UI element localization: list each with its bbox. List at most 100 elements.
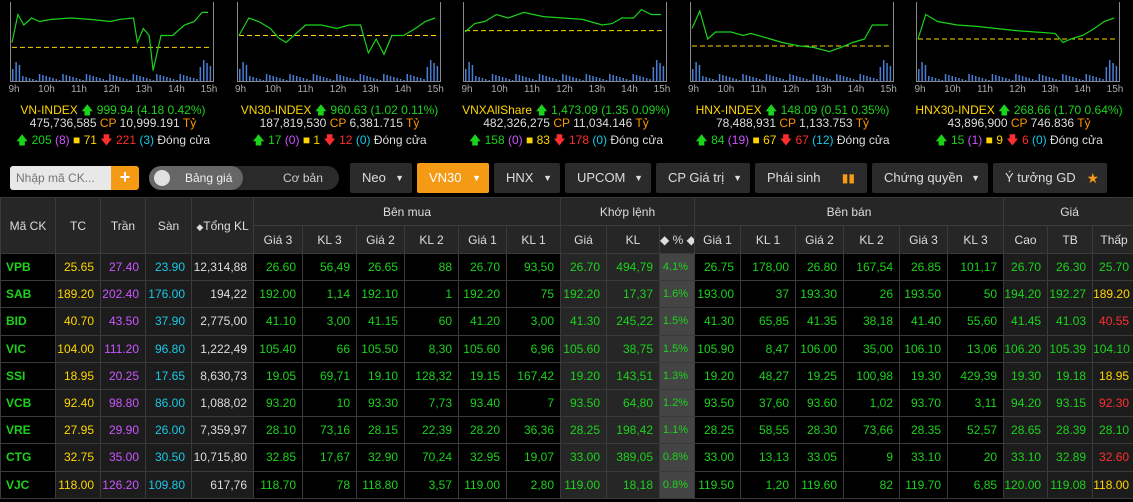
volume-bar bbox=[655, 60, 658, 81]
col-header-symbol[interactable]: Mã CK bbox=[0, 197, 56, 254]
advancers-count: 205 bbox=[31, 133, 52, 147]
add-stock-button[interactable]: + bbox=[111, 166, 139, 190]
col-header-sell-kl-2[interactable]: KL 2 bbox=[843, 225, 900, 254]
table-cell: 119.50 bbox=[694, 470, 741, 499]
volume-bar bbox=[859, 74, 861, 81]
table-row[interactable]: BID 40.70 43.50 37.90 2,775,00 41.10 3,00 41.15… bbox=[0, 307, 1133, 336]
col-header-sell-giá-1[interactable]: Giá 1 bbox=[694, 225, 741, 254]
table-cell: 41.30 bbox=[560, 307, 607, 336]
table-cell: 105.60 bbox=[458, 334, 507, 363]
view-toggle[interactable]: Bảng giá Cơ bản bbox=[149, 166, 339, 190]
col-header-match-giá[interactable]: Giá bbox=[560, 225, 607, 254]
col-header-price-cao[interactable]: Cao bbox=[1003, 225, 1049, 254]
tab-hnx[interactable]: HNX ▼ bbox=[494, 163, 560, 193]
volume-bar bbox=[725, 76, 727, 81]
stock-symbol[interactable]: SAB bbox=[0, 280, 56, 309]
col-header-buy-giá-2[interactable]: Giá 2 bbox=[356, 225, 405, 254]
col-header-price-tb[interactable]: TB bbox=[1047, 225, 1094, 254]
col-header-sell-giá-2[interactable]: Giá 2 bbox=[795, 225, 844, 254]
table-cell: 32.60 bbox=[1092, 443, 1133, 472]
table-cell: 32.75 bbox=[55, 443, 101, 472]
stock-symbol[interactable]: VJC bbox=[0, 470, 56, 499]
index-card-2[interactable]: 9h 10h 11h 12h 13h 14h 15h VNXAllShare 🡅 1,473.… bbox=[453, 0, 679, 150]
col-header-floor[interactable]: Sàn bbox=[145, 197, 192, 254]
table-cell: 93.60 bbox=[795, 388, 844, 418]
table-cell: 192.10 bbox=[356, 280, 405, 309]
tab-neo[interactable]: Neo ▼ bbox=[350, 163, 412, 193]
arrow-up-icon: 🡅 bbox=[314, 103, 328, 117]
col-header-buy-giá-1[interactable]: Giá 1 bbox=[458, 225, 507, 254]
toggle-option-price-board[interactable]: Bảng giá bbox=[149, 166, 243, 190]
col-header-ref[interactable]: TC bbox=[55, 197, 101, 254]
col-header-sell-kl-3[interactable]: KL 3 bbox=[946, 225, 1005, 254]
volume-bar bbox=[15, 62, 17, 81]
time-tick: 15h bbox=[653, 84, 671, 95]
table-cell: 82 bbox=[843, 470, 900, 499]
tab-y-tuong-gd[interactable]: Ý tưởng GD ★ bbox=[993, 163, 1107, 193]
col-header-sell-kl-1[interactable]: KL 1 bbox=[740, 225, 796, 254]
stock-symbol[interactable]: SSI bbox=[0, 361, 56, 390]
volume-bar bbox=[1011, 80, 1014, 81]
tab-cp-gia-tri[interactable]: CP Giá trị ▼ bbox=[656, 163, 750, 193]
table-row[interactable]: VJC 118.00 126.20 109.80 617,76 118.70 78 118.8… bbox=[0, 470, 1133, 499]
col-header-buy-kl-2[interactable]: KL 2 bbox=[404, 225, 459, 254]
index-card-4[interactable]: 9h 10h 11h 12h 13h 14h 15h HNX30-INDEX 🡅 268.66… bbox=[906, 0, 1132, 150]
col-header-buy-giá-3[interactable]: Giá 3 bbox=[253, 225, 303, 254]
table-cell: 202.40 bbox=[100, 280, 146, 309]
col-header-sell-giá-3[interactable]: Giá 3 bbox=[899, 225, 948, 254]
index-card-1[interactable]: 9h 10h 11h 12h 13h 14h 15h VN30-INDEX 🡅 960.63 … bbox=[227, 0, 453, 150]
col-header-total-volume[interactable]: ◆Tổng KL bbox=[191, 197, 254, 254]
volume-bar bbox=[731, 78, 734, 81]
table-row[interactable]: VRE 27.95 29.90 26.00 7,359,97 28.10 73,16 28.1… bbox=[0, 416, 1133, 445]
volume-bar bbox=[964, 80, 967, 81]
table-cell: 98.80 bbox=[100, 388, 146, 418]
volume-bar bbox=[798, 77, 801, 81]
table-cell: 111.20 bbox=[100, 334, 146, 363]
unchanged-count: 83 bbox=[536, 133, 550, 147]
tab-chung-quyen[interactable]: Chứng quyền ▼ bbox=[872, 163, 988, 193]
volume-bar bbox=[102, 79, 104, 81]
col-header-ceiling[interactable]: Trần bbox=[100, 197, 146, 254]
col-header-price-thấp[interactable]: Thấp bbox=[1092, 225, 1133, 254]
volume-bar bbox=[808, 80, 811, 81]
col-header-buy-kl-1[interactable]: KL 1 bbox=[506, 225, 561, 254]
tab-upcom[interactable]: UPCOM ▼ bbox=[565, 163, 651, 193]
stock-symbol[interactable]: VIC bbox=[0, 334, 56, 363]
volume-bar bbox=[998, 76, 1000, 81]
volume-bar bbox=[938, 79, 940, 81]
chevron-down-icon: ▼ bbox=[472, 173, 481, 183]
volume-bar bbox=[251, 77, 254, 81]
col-header-match-pct[interactable]: ◆ % ◆ bbox=[659, 225, 695, 254]
volume-bar bbox=[788, 74, 791, 81]
table-row[interactable]: SSI 18.95 20.25 17.65 8,630,73 19.05 69,71 19.1… bbox=[0, 361, 1133, 390]
table-cell: 26.75 bbox=[694, 252, 741, 282]
table-row[interactable]: VPB 25.65 27.40 23.90 12,314,88 26.60 56,49 26.… bbox=[0, 252, 1133, 282]
volume-bar bbox=[419, 78, 421, 81]
index-card-0[interactable]: 9h 10h 11h 12h 13h 14h 15h VN-INDEX 🡅 999.94 (4… bbox=[0, 0, 226, 150]
stock-symbol[interactable]: VRE bbox=[0, 416, 56, 445]
table-row[interactable]: VIC 104.00 111.20 96.80 1,222,49 105.40 66 105.… bbox=[0, 334, 1133, 363]
index-card-3[interactable]: 9h 10h 11h 12h 13h 14h 15h HNX-INDEX 🡅 148.09 (… bbox=[680, 0, 906, 150]
table-row[interactable]: VCB 92.40 98.80 86.00 1,088,02 93.20 10 93.30 7,… bbox=[0, 388, 1133, 418]
volume-bar bbox=[771, 76, 774, 81]
stock-search-input[interactable] bbox=[10, 166, 111, 190]
table-cell: 92.40 bbox=[55, 388, 101, 418]
table-row[interactable]: SAB 189.20 202.40 176.00 194,22 192.00 1,14 192… bbox=[0, 280, 1133, 309]
stock-symbol[interactable]: BID bbox=[0, 307, 56, 336]
time-tick: 13h bbox=[1041, 84, 1059, 95]
stock-symbol[interactable]: VPB bbox=[0, 252, 56, 282]
volume-bar bbox=[345, 77, 348, 81]
toggle-option-basic[interactable]: Cơ bản bbox=[283, 166, 323, 190]
tab-phai-sinh[interactable]: Phái sinh ▮▮ bbox=[755, 163, 867, 193]
tab-vn30[interactable]: VN30 ▼ bbox=[417, 163, 489, 193]
stock-symbol[interactable]: CTG bbox=[0, 443, 56, 472]
stock-symbol[interactable]: VCB bbox=[0, 388, 56, 418]
decliners-count: 6 bbox=[1021, 133, 1029, 147]
volume-bar bbox=[622, 78, 624, 81]
col-header-match-kl[interactable]: KL bbox=[606, 225, 660, 254]
volume-bar bbox=[855, 80, 858, 81]
col-header-buy-kl-3[interactable]: KL 3 bbox=[302, 225, 357, 254]
volume-bar bbox=[129, 80, 131, 81]
unit-label: Tỷ bbox=[406, 116, 420, 130]
table-row[interactable]: CTG 32.75 35.00 30.50 10,715,80 32.85 17,67 32.… bbox=[0, 443, 1133, 472]
